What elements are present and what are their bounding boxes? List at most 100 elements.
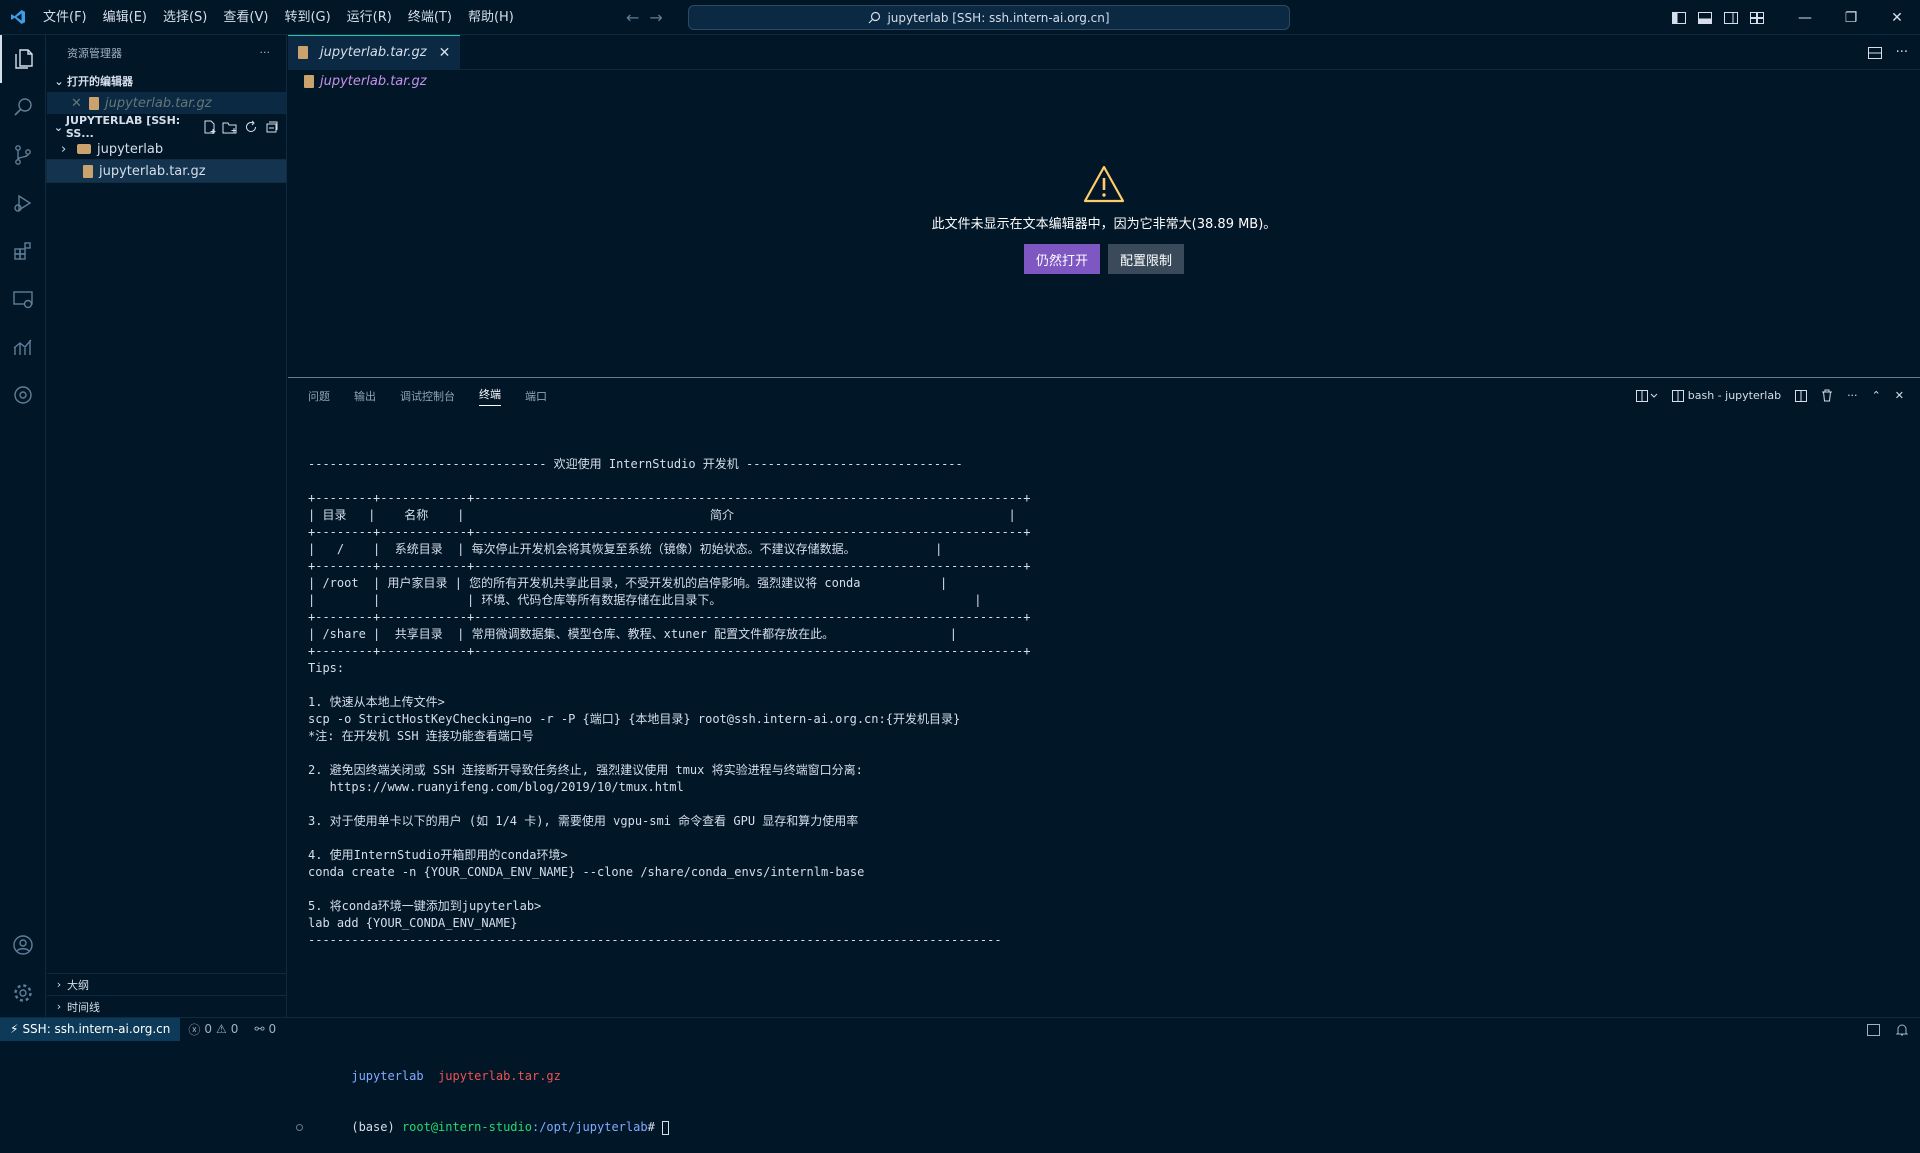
layout-icon[interactable] [1867,1023,1880,1036]
menu-edit[interactable]: 编辑(E) [95,0,155,35]
configure-limit-button[interactable]: 配置限制 [1108,244,1185,274]
folder-name: jupyterlab [97,141,164,157]
split-editor-icon[interactable] [1867,46,1882,59]
close-window-icon[interactable]: ✕ [1874,0,1920,35]
terminal-output[interactable]: --------------------------------- 欢迎使用 I… [296,422,1900,1153]
large-file-message: 此文件未显示在文本编辑器中，因为它非常大(38.89 MB)。 [931,217,1277,232]
notifications-bell-icon[interactable] [1896,1023,1908,1036]
terminal-line: | 目录 | 名称 | 简介 | [308,508,1016,522]
tab-terminal[interactable]: 终端 [479,386,501,406]
terminal-cursor [662,1120,670,1135]
editor-area: jupyterlab.tar.gz ✕ ··· jupyterlab.tar.g… [288,34,1920,377]
tree-item-folder[interactable]: › jupyterlab [47,138,286,160]
command-center[interactable]: jupyterlab [SSH: ssh.intern-ai.org.cn] [688,5,1290,30]
settings-gear-icon[interactable] [0,969,46,1017]
back-arrow-icon[interactable]: ← [626,8,639,27]
ls-output-line: jupyterlab jupyterlab.tar.gz [308,1051,1900,1083]
terminal-instance[interactable]: bash - jupyterlab [1671,389,1782,402]
accounts-icon[interactable] [0,921,46,969]
collapse-all-icon[interactable] [264,120,278,134]
tree-item-file[interactable]: jupyterlab.tar.gz [46,159,287,183]
folder-icon [77,144,91,154]
breadcrumb-file: jupyterlab.tar.gz [320,73,427,89]
menu-terminal[interactable]: 终端(T) [400,0,460,35]
close-tab-icon[interactable]: ✕ [439,45,451,61]
archive-file-icon [298,46,308,59]
sidebar-bottom-sections: › 大纲 › 时间线 [47,973,287,1017]
chevron-right-icon: › [61,141,67,157]
minimize-icon[interactable]: — [1782,0,1828,35]
extensions-icon[interactable] [0,227,46,275]
customize-layout-icon[interactable] [1744,0,1770,35]
maximize-panel-icon[interactable]: ⌃ [1872,389,1881,402]
new-folder-icon[interactable] [222,120,238,134]
panel-actions: bash - jupyterlab ··· ⌃ ✕ [1635,378,1904,413]
terminal-line: | | | 环境、代码仓库等所有数据存储在此目录下。 | [308,593,982,607]
more-actions-icon[interactable]: ··· [260,46,271,59]
toggle-primary-sidebar-icon[interactable] [1666,0,1692,35]
run-debug-icon[interactable] [0,179,46,227]
kill-terminal-icon[interactable] [1821,389,1833,402]
sidebar-header: 资源管理器 ··· [47,35,286,70]
open-editor-filename: jupyterlab.tar.gz [105,95,212,111]
breadcrumb[interactable]: jupyterlab.tar.gz [288,70,1920,92]
tab-ports[interactable]: 端口 [525,388,547,404]
restore-icon[interactable]: ❐ [1828,0,1874,35]
terminal-line: +--------+------------+-----------------… [308,644,1031,658]
tab-output[interactable]: 输出 [354,388,376,404]
remote-indicator[interactable]: ⚡ SSH: ssh.intern-ai.org.cn [0,1017,181,1041]
open-editors-section[interactable]: ⌄ 打开的编辑器 [47,70,286,92]
terminal-line: Tips: [308,661,345,675]
search-icon [869,11,881,24]
notice-buttons: 仍然打开 配置限制 [288,244,1920,274]
menu-run[interactable]: 运行(R) [339,0,400,35]
menu-go[interactable]: 转到(G) [276,0,338,35]
vscode-logo-icon[interactable] [0,0,35,35]
toggle-panel-icon[interactable] [1692,0,1718,35]
more-actions-icon[interactable]: ··· [1896,45,1908,60]
terminal-line: | / | 系统目录 | 每次停止开发机会将其恢复至系统（镜像）初始状态。不建议… [308,542,943,556]
problems-indicator[interactable]: ⓧ 0 ⚠ 0 [180,1021,246,1038]
workspace-section[interactable]: ⌄ JUPYTERLAB [SSH: SS... [47,114,286,140]
ports-indicator[interactable]: ⚯ 0 [246,1022,284,1036]
error-icon: ⓧ [188,1022,201,1037]
close-editor-icon[interactable]: ✕ [71,96,89,111]
split-terminal-icon[interactable] [1795,389,1808,402]
open-anyway-button[interactable]: 仍然打开 [1023,244,1100,274]
editor-tab[interactable]: jupyterlab.tar.gz ✕ [288,34,461,70]
large-file-notice: 此文件未显示在文本编辑器中，因为它非常大(38.89 MB)。 仍然打开 配置限… [288,165,1920,274]
timeline-section[interactable]: › 时间线 [47,995,287,1017]
status-bar: ⚡ SSH: ssh.intern-ai.org.cn ⓧ 0 ⚠ 0 ⚯ 0 [0,1017,1920,1041]
menu-file[interactable]: 文件(F) [35,0,95,35]
error-count: 0 [204,1022,213,1036]
toggle-secondary-sidebar-icon[interactable] [1718,0,1744,35]
menu-view[interactable]: 查看(V) [215,0,276,35]
source-control-icon[interactable] [0,131,46,179]
open-editor-item[interactable]: ✕ jupyterlab.tar.gz [47,92,286,114]
close-panel-icon[interactable]: ✕ [1895,389,1904,402]
search-icon[interactable] [0,83,46,131]
menu-help[interactable]: 帮助(H) [460,0,522,35]
menu-selection[interactable]: 选择(S) [155,0,215,35]
warning-count: 0 [230,1022,239,1036]
explorer-icon[interactable] [0,35,46,83]
forward-arrow-icon[interactable]: → [649,8,662,27]
terminal-current-prompt-line: (base) root@intern-studio:/opt/jupyterla… [296,1102,1900,1135]
more-actions-icon[interactable]: ··· [1847,389,1858,402]
refresh-icon[interactable] [244,120,258,134]
new-file-icon[interactable] [202,120,216,134]
testing-chart-icon[interactable] [0,323,46,371]
remote-explorer-icon[interactable] [0,275,46,323]
warning-icon [1083,165,1125,203]
tab-problems[interactable]: 问题 [308,388,330,404]
outline-section[interactable]: › 大纲 [47,973,287,995]
terminal-name: bash - jupyterlab [1687,389,1782,402]
target-icon[interactable] [0,371,46,419]
prompt-path: :/opt/jupyterlab [531,1120,648,1134]
new-terminal-split-icon[interactable] [1635,389,1658,402]
timeline-label: 时间线 [67,1000,100,1014]
tab-debug-console[interactable]: 调试控制台 [400,388,455,404]
